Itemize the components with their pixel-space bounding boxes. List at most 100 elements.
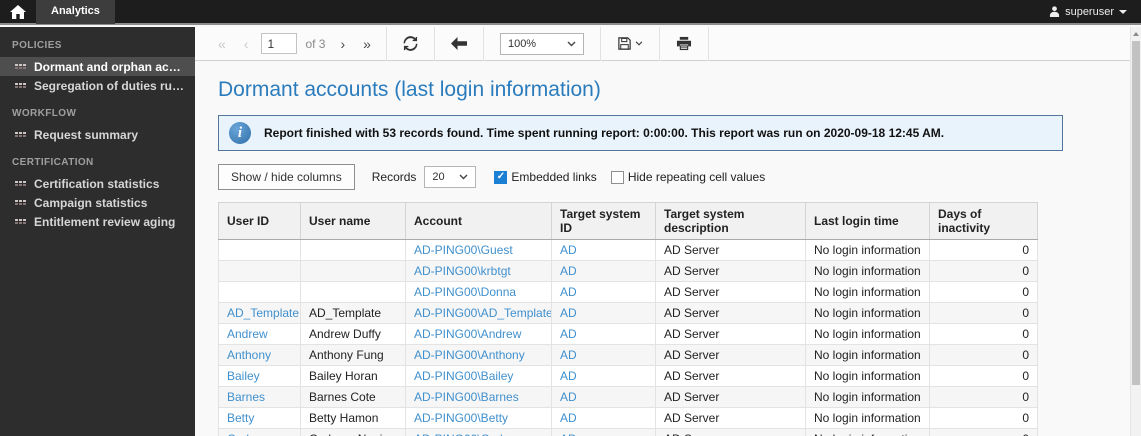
app-root: Analytics superuser POLICIES Dormant and … xyxy=(0,0,1141,436)
table-row: CadmanCadman NouisAD-PING00\CadmanADAD S… xyxy=(218,428,1038,436)
chevron-down-icon xyxy=(459,174,468,180)
first-page-button[interactable]: « xyxy=(209,37,235,51)
cell-account[interactable]: AD-PING00\Guest xyxy=(405,239,552,261)
cell-target-system-id[interactable]: AD xyxy=(551,260,656,282)
cell-target-system-description: AD Server xyxy=(655,260,806,282)
embedded-links-checkbox[interactable] xyxy=(494,170,508,184)
cell-target-system-description: AD Server xyxy=(655,365,806,387)
sidebar-item-label: Request summary xyxy=(34,127,139,142)
back-button[interactable] xyxy=(441,27,477,61)
cell-last-login-time: No login information xyxy=(805,302,930,324)
embedded-links-label: Embedded links xyxy=(511,170,597,184)
cell-account[interactable]: AD-PING00\Anthony xyxy=(405,344,552,366)
cell-target-system-id[interactable]: AD xyxy=(551,428,656,436)
records-value-label: 20 xyxy=(432,171,445,183)
records-label: Records xyxy=(371,170,417,184)
sidebar-item[interactable]: Request summary xyxy=(0,125,195,144)
sidebar-item-label: Entitlement review aging xyxy=(34,214,176,229)
cell-account[interactable]: AD-PING00\Donna xyxy=(405,281,552,303)
column-header-user-name[interactable]: User name xyxy=(300,202,406,240)
cell-user-id xyxy=(218,239,301,261)
table-row: Bailey Bailey Horan AD-PING00\Bailey AD AD S… xyxy=(218,365,1038,387)
tab-analytics[interactable]: Analytics xyxy=(36,0,115,24)
cell-user-id[interactable]: Andrew xyxy=(218,323,301,345)
last-page-button[interactable]: » xyxy=(354,37,380,51)
cell-user-id xyxy=(218,260,301,282)
cell-user-id[interactable]: Barnes xyxy=(218,386,301,408)
next-page-button[interactable]: › xyxy=(331,37,354,51)
toolbar-divider xyxy=(433,26,435,61)
toolbar-divider xyxy=(599,26,601,61)
cell-account[interactable]: AD-PING00\Bailey xyxy=(405,365,552,387)
print-button[interactable] xyxy=(666,27,702,61)
cell-user-id[interactable]: AD_Template xyxy=(218,302,301,324)
show-hide-columns-button[interactable]: Show / hide columns xyxy=(218,164,355,190)
cell-user-id[interactable]: Betty xyxy=(218,407,301,429)
user-caret-icon xyxy=(1119,10,1127,14)
user-menu[interactable]: superuser xyxy=(1049,6,1127,18)
table-header-row: User ID User name Account Target system ID T… xyxy=(218,202,1038,240)
cell-account[interactable]: AD-PING00\Betty xyxy=(405,407,552,429)
cell-last-login-time: No login information xyxy=(805,407,930,429)
column-header-days-of-inactivity[interactable]: Days of inactivity xyxy=(929,202,1038,240)
info-icon: i xyxy=(229,122,251,144)
column-header-target-system-description[interactable]: Target system description xyxy=(655,202,806,240)
column-header-last-login-time[interactable]: Last login time xyxy=(805,202,930,240)
table-row: AD-PING00\Guest AD AD Server No login infor… xyxy=(218,239,1038,261)
sidebar-item[interactable]: Entitlement review aging xyxy=(0,212,195,231)
cell-target-system-id[interactable]: AD xyxy=(551,365,656,387)
cell-account[interactable]: AD-PING00\Andrew xyxy=(405,323,552,345)
column-header-account[interactable]: Account xyxy=(405,202,552,240)
sidebar-item[interactable]: Campaign statistics xyxy=(0,193,195,212)
cell-target-system-description: AD Server xyxy=(655,302,806,324)
page-number-input[interactable] xyxy=(261,33,298,54)
cell-account[interactable]: AD-PING00\Barnes xyxy=(405,386,552,408)
cell-last-login-time: No login information xyxy=(805,386,930,408)
cell-days-of-inactivity: 0 xyxy=(929,323,1038,345)
scroll-thumb[interactable] xyxy=(1132,41,1140,385)
export-button[interactable] xyxy=(607,27,653,61)
sidebar-item-label: Segregation of duties rules viola… xyxy=(34,78,187,93)
cell-user-id[interactable]: Anthony xyxy=(218,344,301,366)
cell-account[interactable]: AD-PING00\Cadman xyxy=(405,428,552,436)
scroll-up-button[interactable] xyxy=(1131,27,1141,40)
cell-user-id[interactable]: Cadman xyxy=(218,428,301,436)
cell-target-system-id[interactable]: AD xyxy=(551,386,656,408)
cell-target-system-id[interactable]: AD xyxy=(551,239,656,261)
cell-user-name xyxy=(300,260,406,282)
cell-account[interactable]: AD-PING00\AD_Template xyxy=(405,302,552,324)
cell-user-name: Bailey Horan xyxy=(300,365,406,387)
cell-target-system-id[interactable]: AD xyxy=(551,344,656,366)
report-grid-icon xyxy=(15,132,26,137)
home-button[interactable] xyxy=(0,0,36,24)
cell-target-system-id[interactable]: AD xyxy=(551,407,656,429)
sidebar-item-label: Dormant and orphan accounts xyxy=(34,59,187,74)
cell-target-system-description: AD Server xyxy=(655,407,806,429)
info-message: Report finished with 53 records found. T… xyxy=(264,126,945,140)
sidebar-item[interactable]: Dormant and orphan accounts xyxy=(0,57,195,76)
cell-target-system-id[interactable]: AD xyxy=(551,302,656,324)
cell-user-id[interactable]: Bailey xyxy=(218,365,301,387)
cell-days-of-inactivity: 0 xyxy=(929,428,1038,436)
report-grid-icon xyxy=(15,83,26,88)
cell-target-system-id[interactable]: AD xyxy=(551,323,656,345)
column-header-user-id[interactable]: User ID xyxy=(218,202,301,240)
records-select[interactable]: 20 xyxy=(424,166,477,188)
vertical-scrollbar[interactable] xyxy=(1130,27,1141,436)
column-header-target-system-id[interactable]: Target system ID xyxy=(551,202,656,240)
cell-last-login-time: No login information xyxy=(805,344,930,366)
zoom-select[interactable]: 100% xyxy=(499,32,584,55)
cell-user-name: Betty Hamon xyxy=(300,407,406,429)
sidebar-item[interactable]: Certification statistics xyxy=(0,174,195,193)
sidebar-item[interactable]: Segregation of duties rules viola… xyxy=(0,76,195,95)
prev-page-button[interactable]: ‹ xyxy=(235,37,258,51)
refresh-button[interactable] xyxy=(393,27,428,61)
cell-last-login-time: No login information xyxy=(805,281,930,303)
cell-user-name: Anthony Fung xyxy=(300,344,406,366)
table-row: AD-PING00\Donna AD AD Server No login infor… xyxy=(218,281,1038,303)
cell-target-system-id[interactable]: AD xyxy=(551,281,656,303)
cell-user-name xyxy=(300,239,406,261)
report-table: User ID User name Account Target system ID T… xyxy=(218,202,1038,436)
cell-account[interactable]: AD-PING00\krbtgt xyxy=(405,260,552,282)
hide-repeating-checkbox[interactable] xyxy=(610,170,624,184)
